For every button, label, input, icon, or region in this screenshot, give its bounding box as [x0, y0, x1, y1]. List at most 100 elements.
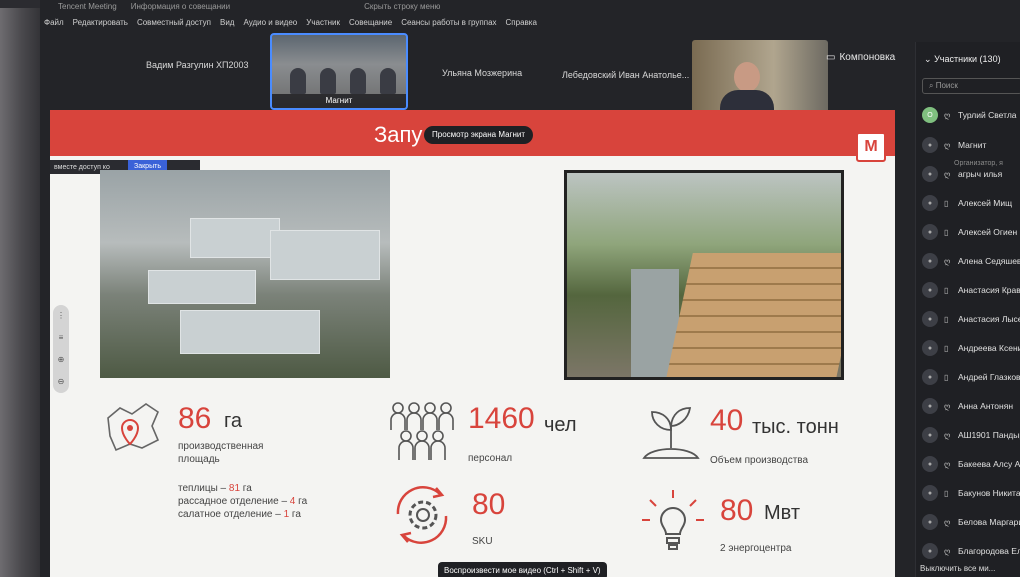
screen-share-tooltip: Просмотр экрана Магнит — [424, 126, 533, 144]
avatar: ● — [922, 398, 938, 414]
participants-count-label: Участники (130) — [934, 54, 1001, 64]
video-person — [290, 68, 306, 94]
avatar: ● — [922, 543, 938, 559]
power-label: 2 энергоцентра — [720, 543, 792, 554]
participant-tile-name[interactable]: Ульяна Мозжерина — [442, 68, 522, 78]
area-details: теплицы – 81 га рассадное отделение – 4 … — [178, 482, 307, 521]
participant-row[interactable]: ● ▯ Алексей Мищ — [922, 190, 1020, 216]
sprout-icon — [642, 407, 700, 459]
menu-file[interactable]: Файл — [44, 18, 64, 27]
participant-row[interactable]: ● ღ Белова Маргарита — [922, 509, 1020, 535]
area-detail-line: теплицы – 81 га — [178, 482, 307, 495]
menu-bar: Файл Редактировать Совместный доступ Вид… — [40, 12, 1020, 32]
participant-row[interactable]: ● ▯ Анастасия Крав — [922, 277, 1020, 303]
staff-label: персонал — [468, 453, 513, 464]
participants-search-input[interactable]: ⌕ Поиск — [922, 78, 1020, 94]
menu-participant[interactable]: Участник — [306, 18, 340, 27]
title-bar: Tencent Meeting Информация о совещании С… — [40, 0, 1020, 12]
menu-edit[interactable]: Редактировать — [73, 18, 128, 27]
participant-row[interactable]: ● ღ Анна Антонян — [922, 393, 1020, 419]
participant-row[interactable]: О ღ Турлий Светла — [922, 102, 1020, 128]
video-person — [350, 68, 366, 94]
zoom-in-icon[interactable]: ⊕ — [53, 349, 69, 371]
menu-audio-video[interactable]: Аудио и видео — [243, 18, 297, 27]
play-my-video-tooltip: Воспроизвести мое видео (Ctrl + Shift + … — [438, 562, 607, 577]
menu-share[interactable]: Совместный доступ — [137, 18, 211, 27]
greenhouse-roof — [270, 230, 380, 280]
participant-row[interactable]: ● ▯ Андреева Ксени — [922, 335, 1020, 361]
area-detail-unit: га — [289, 509, 301, 520]
audio-icon: ღ — [944, 140, 951, 150]
menu-view[interactable]: Вид — [220, 18, 234, 27]
participant-row[interactable]: ● ღ Магнит — [922, 132, 1020, 158]
participant-row[interactable]: ● ღ Бакеева Алсу АШ — [922, 451, 1020, 477]
participant-row[interactable]: ● ▯ Андрей Глазков — [922, 364, 1020, 390]
menu-help[interactable]: Справка — [506, 18, 537, 27]
staff-number: 1460 — [468, 402, 535, 435]
search-placeholder: Поиск — [935, 81, 958, 90]
staff-people-icon — [390, 402, 454, 460]
mute-all-button[interactable]: Выключить все ми... — [916, 564, 995, 573]
participant-row[interactable]: ● ღ Благородова Елен — [922, 538, 1020, 564]
meeting-info-link[interactable]: Информация о совещании — [131, 2, 230, 11]
search-icon: ⌕ — [929, 81, 934, 90]
camera-face — [734, 62, 760, 92]
app-title: Tencent Meeting — [58, 1, 117, 11]
participant-name: Турлий Светла — [958, 110, 1017, 120]
participant-row[interactable]: ● ▯ Анастасия Лысе — [922, 306, 1020, 332]
participant-name: Андрей Глазков — [958, 372, 1020, 382]
menu-breakout[interactable]: Сеансы работы в группах — [401, 18, 496, 27]
area-detail-value: 81 — [228, 483, 241, 494]
active-video-tile[interactable]: Магнит — [270, 33, 408, 110]
area-label: производственная площадь — [178, 440, 263, 466]
staff-unit: чел — [544, 414, 577, 436]
slide-header: Запу. Просмотр экрана Магнит — [50, 110, 895, 156]
participants-panel: ⌄ Участники (130) ⌕ Поиск О ღ Турлий Све… — [915, 42, 1020, 577]
hide-menu-button[interactable]: Скрыть строку меню — [364, 2, 440, 11]
camera-tile[interactable] — [692, 40, 828, 118]
participant-name: АШ1901 Пандыр — [958, 430, 1020, 440]
participant-tile-name[interactable]: Лебедовский Иван Анатолье... — [562, 70, 689, 80]
participant-strip: Вадим Разгулин ХП2003 Магнит Ульяна Мозж… — [40, 32, 910, 118]
audio-icon: ღ — [944, 169, 951, 179]
power-unit: Мвт — [764, 502, 801, 524]
participant-row[interactable]: ● ▯ Алексей Огиен — [922, 219, 1020, 245]
participant-name: Благородова Елен — [958, 546, 1020, 556]
audio-icon: ღ — [944, 546, 951, 556]
avatar: О — [922, 107, 938, 123]
participant-name: Анастасия Лысе — [958, 314, 1020, 324]
avatar: ● — [922, 311, 938, 327]
avatar: ● — [922, 195, 938, 211]
avatar: ● — [922, 369, 938, 385]
participant-row[interactable]: ● ღ АШ1901 Пандыр — [922, 422, 1020, 448]
phone-icon: ▯ — [944, 198, 949, 208]
participant-row[interactable]: ● ღ Алена Седяшев — [922, 248, 1020, 274]
area-unit: га — [224, 410, 242, 432]
area-label-line: производственная — [178, 441, 264, 452]
area-detail-text: теплицы – — [178, 483, 229, 494]
participant-row[interactable]: ● ღ агрыч илья — [922, 161, 1020, 187]
audio-icon: ღ — [944, 110, 951, 120]
video-person — [380, 68, 396, 94]
participant-name: Белова Маргарита — [958, 517, 1020, 527]
participant-name: Алексей Мищ — [958, 198, 1013, 208]
shared-screen-slide: Запу. Просмотр экрана Магнит М вместе до… — [50, 110, 895, 577]
avatar: ● — [922, 253, 938, 269]
zoom-out-icon[interactable]: ⊖ — [53, 371, 69, 393]
menu-meeting[interactable]: Совещание — [349, 18, 392, 27]
gear-cycle-icon — [396, 486, 448, 544]
toolbar-list-icon[interactable]: ≡ — [53, 327, 69, 349]
greenhouse-roof — [180, 310, 320, 354]
avatar: ● — [922, 137, 938, 153]
area-detail-text: салатное отделение – — [178, 509, 284, 520]
map-pin-icon — [107, 403, 160, 452]
chevron-down-icon[interactable]: ⌄ — [924, 54, 932, 64]
participant-row[interactable]: ● ▯ Бакунов Никита — [922, 480, 1020, 506]
participant-name: Алексей Огиен — [958, 227, 1018, 237]
area-detail-unit: га — [295, 496, 308, 507]
participant-name: агрыч илья — [958, 169, 1003, 179]
layout-button[interactable]: ▭ Компоновка — [826, 52, 895, 63]
toolbar-menu-icon[interactable]: ⋮ — [53, 305, 69, 327]
audio-icon: ღ — [944, 401, 951, 411]
participant-tile-name[interactable]: Вадим Разгулин ХП2003 — [146, 60, 249, 70]
